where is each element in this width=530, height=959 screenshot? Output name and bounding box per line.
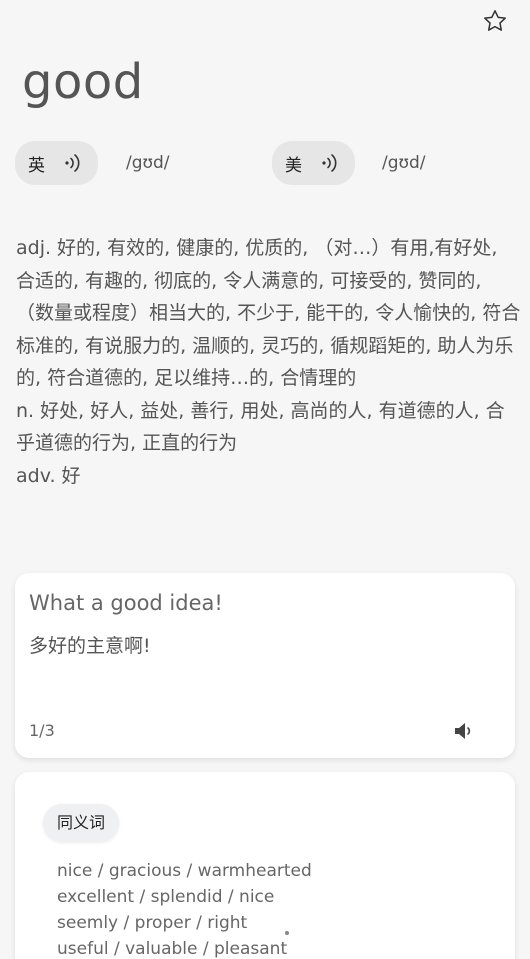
speaker-wave-icon <box>320 152 344 174</box>
synonym-line: useful / valuable / pleasant <box>57 939 288 959</box>
us-phonetic: /gʊd/ <box>382 153 426 173</box>
synonym-line: nice / gracious / warmhearted <box>57 861 312 881</box>
example-audio-button[interactable] <box>453 721 475 741</box>
speaker-icon <box>455 723 471 739</box>
pronunciation-row: 英 /gʊd/ 美 /gʊd/ <box>15 141 515 185</box>
example-counter: 1/3 <box>29 721 55 740</box>
definition-adj: adj. 好的, 有效的, 健康的, 优质的, （对…）有用,有好处, 合适的,… <box>16 237 521 389</box>
star-icon <box>484 10 506 31</box>
us-label: 美 <box>285 155 302 176</box>
definition-adv: adv. 好 <box>16 464 81 487</box>
example-chinese: 多好的主意啊! <box>29 635 151 657</box>
definition-noun: n. 好处, 好人, 益处, 善行, 用处, 高尚的人, 有道德的人, 合乎道德… <box>16 399 505 455</box>
synonym-line: seemly / proper / right <box>57 913 248 933</box>
example-card: What a good idea! 多好的主意啊! 1/3 <box>15 573 515 758</box>
synonyms-list: nice / gracious / warmhearted excellent … <box>57 858 312 959</box>
definitions: adj. 好的, 有效的, 健康的, 优质的, （对…）有用,有好处, 合适的,… <box>16 232 521 492</box>
us-pronounce-button[interactable]: 美 <box>272 141 355 185</box>
synonyms-card: 同义词 nice / gracious / warmhearted excell… <box>15 772 515 959</box>
scroll-indicator-dot <box>285 931 289 935</box>
uk-label: 英 <box>28 155 45 176</box>
synonym-line: excellent / splendid / nice <box>57 887 275 907</box>
synonyms-tag: 同义词 <box>43 804 120 842</box>
example-english: What a good idea! <box>29 591 223 615</box>
uk-phonetic: /gʊd/ <box>126 153 170 173</box>
favorite-button[interactable] <box>480 6 510 36</box>
word-detail-page: good 英 /gʊd/ 美 /gʊd/ adj. 好的, 有效的, 健康的, … <box>0 0 530 959</box>
uk-pronounce-button[interactable]: 英 <box>15 141 98 185</box>
headword: good <box>22 54 144 110</box>
speaker-wave-icon <box>63 152 87 174</box>
